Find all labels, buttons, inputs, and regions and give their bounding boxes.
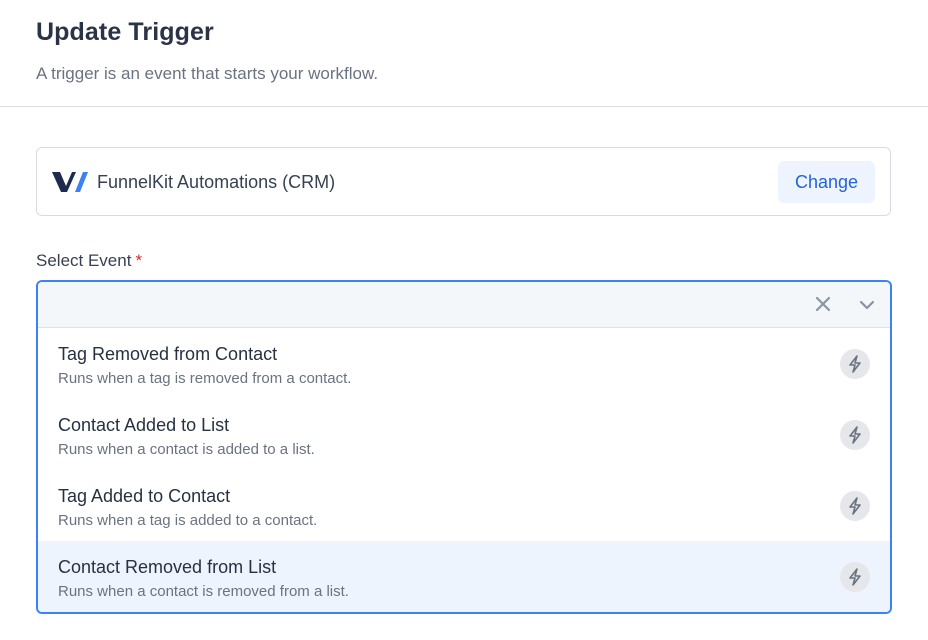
lightning-icon xyxy=(840,562,870,592)
page-subtitle: A trigger is an event that starts your w… xyxy=(36,64,379,83)
select-event-control[interactable] xyxy=(38,282,890,328)
lightning-icon xyxy=(840,420,870,450)
lightning-icon xyxy=(840,491,870,521)
event-option-description: Runs when a tag is added to a contact. xyxy=(58,512,318,529)
lightning-icon xyxy=(840,349,870,379)
event-option-description: Runs when a tag is removed from a contac… xyxy=(58,370,352,387)
select-event-label: Select Event * xyxy=(36,251,142,271)
select-event-label-text: Select Event xyxy=(36,251,132,270)
event-option-highlighted[interactable]: Contact Removed from List Runs when a co… xyxy=(38,541,890,612)
event-options-list: Tag Removed from Contact Runs when a tag… xyxy=(38,328,890,612)
funnelkit-logo-icon xyxy=(52,172,88,192)
event-option-title: Tag Added to Contact xyxy=(58,486,231,506)
required-marker: * xyxy=(135,251,143,270)
event-option-title: Contact Removed from List xyxy=(58,557,277,577)
page-title: Update Trigger xyxy=(36,18,214,46)
select-event-input[interactable] xyxy=(52,290,792,320)
event-option[interactable]: Contact Added to List Runs when a contac… xyxy=(38,399,890,470)
event-option-title: Tag Removed from Contact xyxy=(58,344,278,364)
event-option-description: Runs when a contact is removed from a li… xyxy=(58,583,349,600)
event-option-description: Runs when a contact is added to a list. xyxy=(58,441,315,458)
page-header: Update Trigger A trigger is an event tha… xyxy=(0,0,928,107)
event-option[interactable]: Tag Removed from Contact Runs when a tag… xyxy=(38,328,890,399)
close-icon[interactable] xyxy=(814,295,832,313)
change-integration-button[interactable]: Change xyxy=(778,161,875,203)
integration-name: FunnelKit Automations (CRM) xyxy=(97,172,336,192)
event-option[interactable]: Tag Added to Contact Runs when a tag is … xyxy=(38,470,890,541)
integration-card: FunnelKit Automations (CRM) Change xyxy=(36,147,891,216)
event-option-title: Contact Added to List xyxy=(58,415,230,435)
chevron-down-icon[interactable] xyxy=(858,296,876,314)
select-event-dropdown[interactable]: Tag Removed from Contact Runs when a tag… xyxy=(36,280,892,614)
